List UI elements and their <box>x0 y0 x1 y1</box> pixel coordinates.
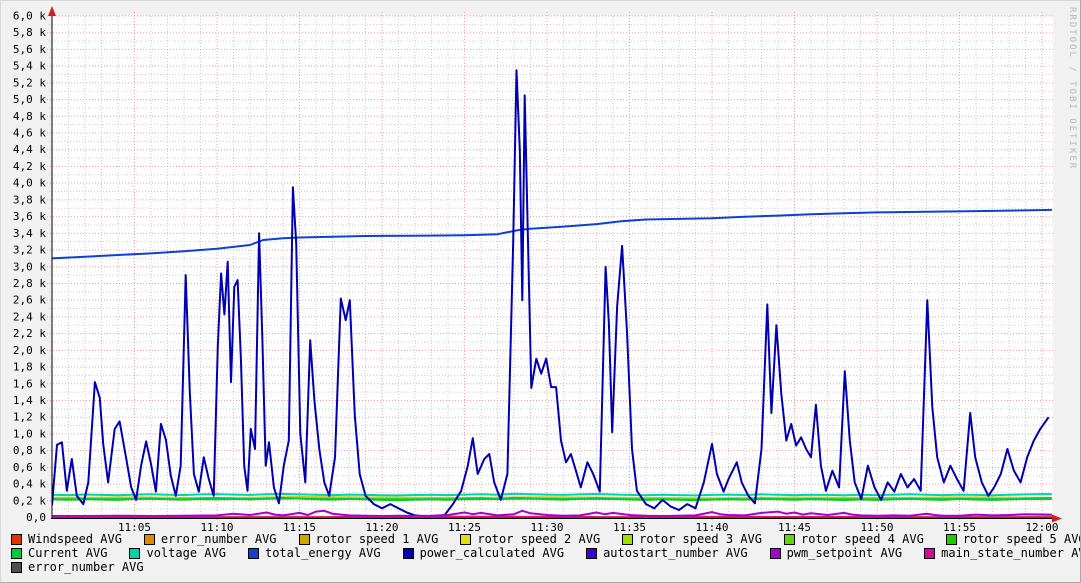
legend-swatch-icon <box>924 547 936 559</box>
y-tick-label: 5,8 k <box>13 26 46 39</box>
y-tick-label: 1,2 k <box>13 411 46 424</box>
legend-label: error_number AVG <box>28 560 144 574</box>
legend-swatch-icon <box>460 533 472 545</box>
legend-label: voltage AVG <box>146 546 226 560</box>
y-tick-label: 4,4 k <box>13 143 46 156</box>
y-tick-label: 1,6 k <box>13 377 46 390</box>
legend-label: rotor speed 3 AVG <box>639 532 762 546</box>
legend-item: main_state_number AVG <box>924 546 1081 560</box>
legend-item: error_number AVG <box>11 560 144 574</box>
legend-swatch-icon <box>622 533 634 545</box>
y-tick-label: 4,0 k <box>13 177 46 190</box>
legend-item: pwm_setpoint AVG <box>769 546 903 560</box>
legend-item: Windspeed AVG <box>11 532 122 546</box>
y-tick-label: 5,0 k <box>13 93 46 106</box>
legend-row: Windspeed AVG error_number AVG rotor speed… <box>11 532 1080 546</box>
y-tick-label: 5,4 k <box>13 60 46 73</box>
rrdtool-watermark: RRDTOOL / TOBI OETIKER <box>1067 7 1077 171</box>
y-axis-arrow <box>48 6 56 16</box>
y-tick-label: 5,6 k <box>13 43 46 56</box>
legend-swatch-icon <box>11 547 22 559</box>
legend-item: rotor speed 3 AVG <box>622 532 762 546</box>
y-tick-label: 0,4 k <box>13 478 46 491</box>
legend-label: rotor speed 2 AVG <box>477 532 601 546</box>
y-tick-label: 3,8 k <box>13 193 46 206</box>
y-tick-label: 1,0 k <box>13 427 46 440</box>
y-tick-label: 5,2 k <box>13 76 46 89</box>
legend-label: main_state_number AVG <box>941 546 1081 560</box>
legend-item: total_energy AVG <box>247 546 381 560</box>
legend-swatch-icon <box>247 547 259 559</box>
legend-swatch-icon <box>11 561 22 573</box>
legend-label: Current AVG <box>28 546 108 560</box>
legend-row: error_number AVG <box>11 560 1076 574</box>
y-tick-label: 0,8 k <box>13 444 46 457</box>
legend-label: power_calculated AVG <box>419 546 565 560</box>
legend-label: Windspeed AVG <box>28 532 122 546</box>
series-voltage <box>52 492 1052 497</box>
legend-item: autostart_number AVG <box>586 546 748 560</box>
y-tick-label: 6,0 k <box>13 10 46 23</box>
y-tick-label: 2,6 k <box>13 294 46 307</box>
y-tick-label: 1,4 k <box>13 394 46 407</box>
legend-label: error_number AVG <box>160 532 277 546</box>
legend-item: rotor speed 5 AVG <box>945 532 1081 546</box>
y-tick-label: 1,8 k <box>13 361 46 374</box>
y-tick-label: 4,8 k <box>13 110 46 123</box>
legend-item: rotor speed 2 AVG <box>460 532 600 546</box>
legend-swatch-icon <box>402 547 414 559</box>
legend-item: voltage AVG <box>129 546 226 560</box>
y-tick-label: 4,2 k <box>13 160 46 173</box>
chart-canvas: 0,0 0,2 k 0,4 k 0,6 k 0,8 k 1,0 k 1,2 k 1,4 k 1,… <box>13 6 1062 534</box>
y-tick-label: 2,0 k <box>13 344 46 357</box>
legend-swatch-icon <box>129 547 141 559</box>
legend-item: power_calculated AVG <box>402 546 565 560</box>
legend-label: rotor speed 4 AVG <box>801 532 924 546</box>
y-tick-label: 2,4 k <box>13 310 46 323</box>
y-tick-label: 3,6 k <box>13 210 46 223</box>
y-tick-label: 3,0 k <box>13 260 46 273</box>
legend-item: rotor speed 1 AVG <box>298 532 439 546</box>
legend-swatch-icon <box>945 533 957 545</box>
y-tick-label: 0,6 k <box>13 461 46 474</box>
legend-swatch-icon <box>298 533 310 545</box>
legend-swatch-icon <box>586 547 598 559</box>
legend-swatch-icon <box>784 533 795 545</box>
legend-swatch-icon <box>143 533 155 545</box>
legend-item: error_number AVG <box>143 532 277 546</box>
legend-item: rotor speed 4 AVG <box>784 532 924 546</box>
y-tick-label: 4,6 k <box>13 127 46 140</box>
legend-swatch-icon <box>11 533 22 545</box>
y-tick-label: 3,2 k <box>13 244 46 257</box>
legend-label: total_energy AVG <box>264 546 381 560</box>
legend-row: Current AVG voltage AVG total_energy AVG po… <box>11 546 1080 560</box>
y-tick-label: 0,0 <box>26 511 46 524</box>
legend-label: pwm_setpoint AVG <box>786 546 903 560</box>
legend-label: autostart_number AVG <box>603 546 748 560</box>
y-tick-label: 2,8 k <box>13 277 46 290</box>
legend-label: rotor speed 5 AVG <box>962 532 1081 546</box>
legend-item: Current AVG <box>11 546 107 560</box>
legend-label: rotor speed 1 AVG <box>315 532 439 546</box>
chart-legend: Windspeed AVG error_number AVG rotor speed… <box>11 532 1080 574</box>
legend-swatch-icon <box>769 547 781 559</box>
y-tick-label: 3,4 k <box>13 227 46 240</box>
y-tick-label: 0,2 k <box>13 494 46 507</box>
y-tick-label: 2,2 k <box>13 327 46 340</box>
rrdtool-graph: 0,0 0,2 k 0,4 k 0,6 k 0,8 k 1,0 k 1,2 k 1,4 k 1,… <box>0 0 1081 583</box>
